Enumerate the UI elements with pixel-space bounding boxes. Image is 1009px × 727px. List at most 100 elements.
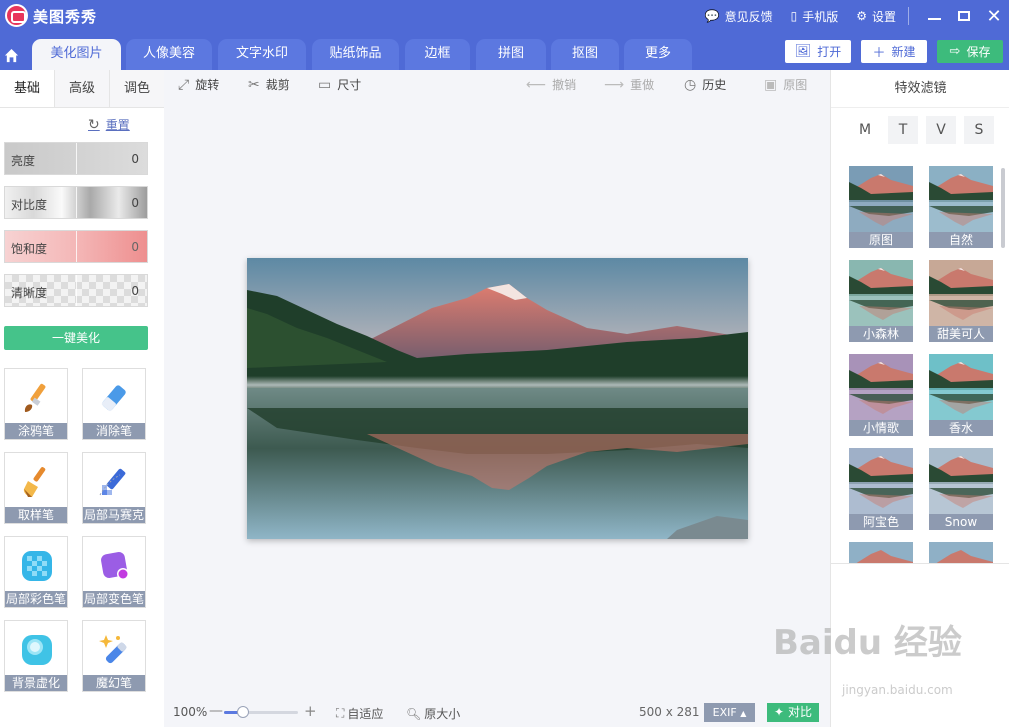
tool-label: 魔幻笔 — [83, 675, 145, 691]
tab-collage[interactable]: 拼图 — [476, 39, 546, 70]
save-button[interactable]: ⇨ 保存 — [937, 40, 1003, 63]
tool-label: 消除笔 — [83, 423, 145, 439]
tool-paintbrush[interactable]: 涂鸦笔 — [4, 368, 68, 440]
filter-list: 原图 自然 小森林 甜美可人 小情歌 香水阿宝色 Snow — [831, 160, 1009, 564]
exif-button[interactable]: EXIF ▲ — [704, 703, 755, 722]
size-button[interactable]: ▭ 尺寸 — [318, 76, 361, 93]
compare-label: 对比 — [787, 705, 812, 719]
adjust-panel: 基础 高级 调色 ↻ 重置 亮度 0 对比度 0 饱和度 0 清晰度 0 一键美… — [0, 70, 164, 727]
filter-label: 自然 — [929, 232, 993, 248]
redo-button[interactable]: ⟶ 重做 — [604, 76, 654, 93]
tool-sample-brush[interactable]: 取样笔 — [4, 452, 68, 524]
filter-label: Snow — [929, 514, 993, 530]
subtab-basic[interactable]: 基础 — [0, 70, 55, 107]
filter-thumb[interactable]: 小森林 — [849, 260, 913, 342]
filter-scrollbar[interactable] — [1001, 168, 1005, 248]
filter-category-v[interactable]: V — [926, 116, 956, 144]
actual-size-button[interactable]: 🔍︎ 原大小 — [406, 705, 460, 722]
zoom-slider[interactable] — [224, 706, 298, 718]
tab-stickers[interactable]: 贴纸饰品 — [312, 39, 399, 70]
one-click-beautify-button[interactable]: 一键美化 — [4, 326, 148, 350]
saturation-value: 0 — [131, 240, 139, 254]
mosaic-pen-icon — [99, 468, 126, 496]
canvas-area — [164, 98, 830, 698]
maximize-icon — [958, 11, 970, 21]
filter-label: 阿宝色 — [849, 514, 913, 530]
feedback-link[interactable]: 💬 意见反馈 — [705, 8, 773, 25]
brightness-slider[interactable]: 亮度 0 — [4, 142, 148, 175]
contrast-slider[interactable]: 对比度 0 — [4, 186, 148, 219]
tab-beautify[interactable]: 美化图片 — [32, 39, 121, 70]
filter-preview-image — [929, 542, 993, 563]
original-image-icon: ▣ — [764, 76, 778, 93]
home-button[interactable] — [0, 40, 22, 70]
filter-thumb[interactable]: 原图 — [849, 166, 913, 248]
tool-local-mosaic[interactable]: 局部马赛克 — [82, 452, 146, 524]
caret-up-icon: ▲ — [740, 709, 747, 718]
filter-label: 原图 — [849, 232, 913, 248]
filter-label: 甜美可人 — [929, 326, 993, 342]
rotate-button[interactable]: ⤢ 旋转 — [178, 76, 219, 93]
undo-label: 撤销 — [552, 78, 577, 92]
settings-link[interactable]: ⚙ 设置 — [856, 8, 896, 25]
open-button[interactable]: 🖼 打开 — [785, 40, 851, 63]
background-blur-icon — [22, 635, 52, 665]
plus-icon: ＋ — [872, 46, 886, 61]
filter-thumb-partial[interactable] — [929, 542, 993, 563]
tab-cutout[interactable]: 抠图 — [551, 39, 619, 70]
sharpness-label: 清晰度 — [11, 286, 48, 300]
filter-label: 香水 — [929, 420, 993, 436]
filter-thumb[interactable]: 小情歌 — [849, 354, 913, 436]
reset-link[interactable]: ↻ 重置 — [88, 116, 130, 133]
maximize-button[interactable] — [949, 0, 979, 32]
subtab-color[interactable]: 调色 — [110, 70, 164, 107]
contrast-value: 0 — [131, 196, 139, 210]
tool-background-blur[interactable]: 背景虚化 — [4, 620, 68, 692]
tab-frames[interactable]: 边框 — [405, 39, 470, 70]
zoom-out-button[interactable]: — — [209, 703, 223, 719]
edited-photo[interactable] — [247, 258, 748, 539]
close-icon: ✕ — [986, 5, 1002, 27]
undo-button[interactable]: ⟵ 撤销 — [526, 76, 576, 93]
tool-local-color-pen[interactable]: 局部彩色笔 — [4, 536, 68, 608]
filter-thumb[interactable]: 阿宝色 — [849, 448, 913, 530]
title-bar-controls: 💬 意见反馈 ▯ 手机版 ⚙ 设置 ✕ — [705, 0, 1009, 32]
zoom-slider-thumb[interactable] — [236, 706, 249, 718]
paintbrush-icon — [24, 383, 46, 412]
tool-eraser[interactable]: 消除笔 — [82, 368, 146, 440]
tab-text-watermark[interactable]: 文字水印 — [218, 39, 306, 70]
filter-category-m[interactable]: M — [850, 116, 880, 144]
subtab-advanced[interactable]: 高级 — [55, 70, 110, 107]
filter-category-t[interactable]: T — [888, 116, 918, 144]
crop-button[interactable]: ✂ 裁剪 — [248, 76, 290, 93]
compare-button[interactable]: ✦ 对比 — [767, 703, 819, 722]
saturation-label: 饱和度 — [11, 242, 48, 256]
history-button[interactable]: ◷ 历史 — [684, 76, 726, 93]
zoom-in-button[interactable]: + — [304, 702, 317, 720]
mobile-version-link[interactable]: ▯ 手机版 — [791, 8, 839, 25]
original-button[interactable]: ▣ 原图 — [764, 76, 807, 93]
sharpness-slider[interactable]: 清晰度 0 — [4, 274, 148, 307]
fit-window-button[interactable]: ⛶ 自适应 — [336, 705, 383, 722]
tab-portrait[interactable]: 人像美容 — [126, 39, 212, 70]
filter-thumb-partial[interactable] — [849, 542, 913, 563]
filter-thumb[interactable]: Snow — [929, 448, 993, 530]
main-tab-bar: 美化图片 人像美容 文字水印 贴纸饰品 边框 拼图 抠图 更多 🖼 打开 ＋ 新… — [0, 32, 1009, 70]
saturation-slider[interactable]: 饱和度 0 — [4, 230, 148, 263]
tool-magic-pen[interactable]: 魔幻笔 — [82, 620, 146, 692]
filter-thumb[interactable]: 自然 — [929, 166, 993, 248]
tab-more[interactable]: 更多 — [624, 39, 692, 70]
filter-thumb[interactable]: 香水 — [929, 354, 993, 436]
scissors-icon: ✂ — [248, 76, 260, 93]
close-button[interactable]: ✕ — [979, 0, 1009, 32]
magic-pen-icon — [99, 635, 127, 664]
minimize-icon — [927, 18, 941, 20]
tool-color-change-pen[interactable]: 局部变色笔 — [82, 536, 146, 608]
tool-label: 涂鸦笔 — [5, 423, 67, 439]
redo-arrow-icon: ⟶ — [604, 76, 625, 93]
new-button[interactable]: ＋ 新建 — [861, 40, 927, 63]
filter-thumb[interactable]: 甜美可人 — [929, 260, 993, 342]
filter-preview-image — [849, 542, 913, 563]
filter-category-s[interactable]: S — [964, 116, 994, 144]
minimize-button[interactable] — [919, 0, 949, 32]
